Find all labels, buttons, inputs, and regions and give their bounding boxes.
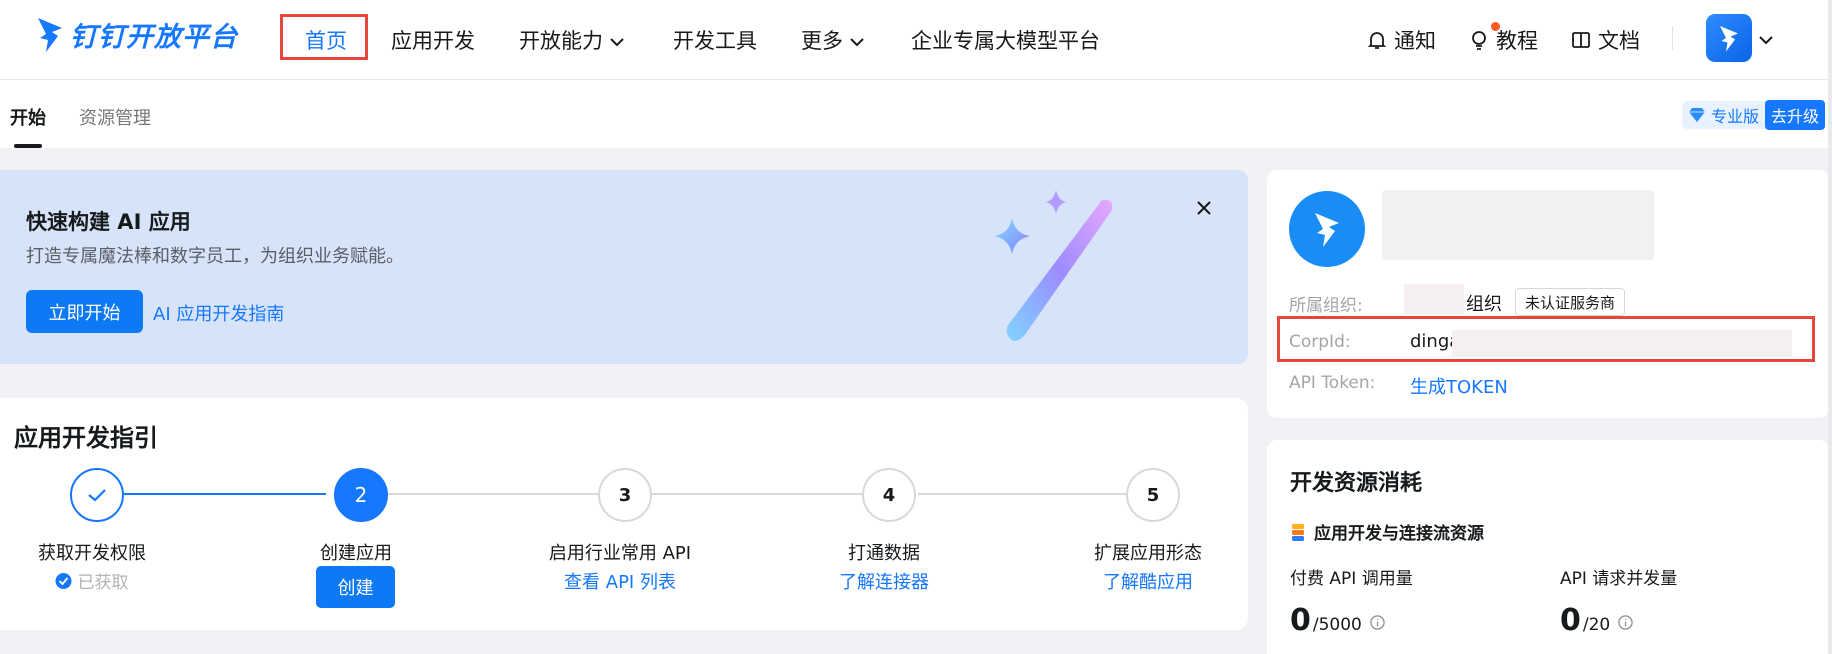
step-3-circle: 3 xyxy=(598,468,652,522)
nav-more-label: 更多 xyxy=(801,29,843,53)
create-app-button[interactable]: 创建 xyxy=(316,566,395,608)
api-token-label: API Token: xyxy=(1289,373,1376,393)
banner-title: 快速构建 AI 应用 xyxy=(26,210,191,234)
api-concurrency-limit: /20 xyxy=(1582,615,1611,635)
lightbulb-icon xyxy=(1472,31,1486,50)
dingtalk-logo-icon xyxy=(38,18,62,52)
info-icon[interactable] xyxy=(1618,615,1633,630)
diamond-icon xyxy=(1689,108,1705,122)
step-connector xyxy=(918,493,1128,495)
resources-subtitle: 应用开发与连接流资源 xyxy=(1290,519,1484,544)
nav-home-highlight-box xyxy=(280,14,368,60)
nav-app-development[interactable]: 应用开发 xyxy=(391,0,475,80)
paid-api-calls-count: 0 xyxy=(1290,603,1311,638)
org-name-redacted xyxy=(1382,190,1654,260)
page-scrollbar[interactable] xyxy=(1828,0,1832,654)
paid-api-calls-limit: /5000 xyxy=(1312,615,1362,635)
sub-tab-bar: 开始 资源管理 xyxy=(0,80,1832,148)
brand-logo[interactable]: 钉钉开放平台 xyxy=(36,14,238,54)
org-suffix: 组织 xyxy=(1466,294,1502,315)
book-icon xyxy=(1572,32,1590,48)
resources-title: 开发资源消耗 xyxy=(1290,471,1423,496)
check-icon xyxy=(88,489,106,502)
chevron-down-icon xyxy=(610,37,624,46)
nav-open-capabilities[interactable]: 开放能力 xyxy=(519,0,625,80)
corpid-highlight-box xyxy=(1277,316,1815,362)
app-dev-guide-card: 应用开发指引 2 3 4 5 获取开发权限 创建应用 启用行业常用 API 打通… xyxy=(0,398,1248,630)
magic-wand-icon xyxy=(994,190,1113,341)
active-tab-indicator xyxy=(14,144,42,148)
api-concurrency-value: 0 /20 xyxy=(1560,603,1633,638)
notifications-label: 通知 xyxy=(1394,29,1436,53)
nav-open-capabilities-label: 开放能力 xyxy=(519,29,603,53)
ai-dev-guide-link[interactable]: AI 应用开发指南 xyxy=(153,300,284,326)
step-2-label: 创建应用 xyxy=(320,543,392,564)
paid-api-calls-label: 付费 API 调用量 xyxy=(1290,569,1413,589)
tutorial-link[interactable]: 教程 xyxy=(1468,0,1538,80)
resources-subtitle-text: 应用开发与连接流资源 xyxy=(1314,524,1484,544)
start-now-button[interactable]: 立即开始 xyxy=(26,290,143,333)
user-avatar[interactable] xyxy=(1706,14,1752,62)
step-3-label: 启用行业常用 API xyxy=(548,543,692,564)
api-concurrency-label: API 请求并发量 xyxy=(1560,569,1678,589)
learn-connectors-link[interactable]: 了解连接器 xyxy=(839,568,929,594)
nav-dev-tools[interactable]: 开发工具 xyxy=(673,0,757,80)
edition-badge[interactable]: 专业版 去升级 xyxy=(1682,100,1826,130)
tab-start[interactable]: 开始 xyxy=(10,104,46,130)
tab-resource-management[interactable]: 资源管理 xyxy=(79,104,151,130)
check-circle-icon xyxy=(55,572,72,589)
paid-api-calls-value: 0 /5000 xyxy=(1290,603,1385,638)
stack-icon xyxy=(1292,523,1304,541)
chevron-down-icon xyxy=(850,37,864,46)
top-navigation: 钉钉开放平台 首页 应用开发 开放能力 开发工具 更多 企业专属大模型平台 通知… xyxy=(0,0,1832,80)
info-icon[interactable] xyxy=(1370,615,1385,630)
step-2-circle: 2 xyxy=(334,468,388,522)
step-connector xyxy=(652,493,864,495)
banner-subtitle: 打造专属魔法棒和数字员工，为组织业务赋能。 xyxy=(26,246,404,267)
uncertified-provider-tag: 未认证服务商 xyxy=(1515,288,1626,316)
chevron-down-icon[interactable] xyxy=(1758,32,1774,48)
edition-label: 专业版 xyxy=(1711,107,1760,126)
learn-cool-apps-link[interactable]: 了解酷应用 xyxy=(1103,568,1193,594)
step-4-circle: 4 xyxy=(862,468,916,522)
guide-title: 应用开发指引 xyxy=(14,424,158,452)
nav-more[interactable]: 更多 xyxy=(801,0,865,80)
step-5-circle: 5 xyxy=(1126,468,1180,522)
step-connector xyxy=(388,493,598,495)
api-concurrency-count: 0 xyxy=(1560,603,1581,638)
notifications-link[interactable]: 通知 xyxy=(1366,0,1436,80)
step-1-label: 获取开发权限 xyxy=(38,543,146,564)
tutorial-label: 教程 xyxy=(1496,29,1538,53)
tutorial-new-dot xyxy=(1491,22,1500,31)
bell-icon xyxy=(1367,32,1387,49)
step-1-status: 已获取 xyxy=(55,568,129,593)
docs-link[interactable]: 文档 xyxy=(1570,0,1640,80)
step-5-label: 扩展应用形态 xyxy=(1094,543,1202,564)
brand-name: 钉钉开放平台 xyxy=(70,21,238,53)
upgrade-button[interactable]: 去升级 xyxy=(1765,100,1826,130)
step-4-label: 打通数据 xyxy=(848,543,920,564)
nav-divider xyxy=(1672,26,1673,50)
dingtalk-avatar-icon xyxy=(1720,26,1738,52)
close-icon[interactable] xyxy=(1192,196,1216,220)
org-avatar xyxy=(1289,191,1365,267)
view-api-list-link[interactable]: 查看 API 列表 xyxy=(564,568,676,594)
dingtalk-logo-icon xyxy=(1315,213,1339,247)
org-label: 所属组织: xyxy=(1289,296,1363,316)
docs-label: 文档 xyxy=(1598,29,1640,53)
nav-enterprise-llm[interactable]: 企业专属大模型平台 xyxy=(911,0,1100,80)
generate-token-link[interactable]: 生成TOKEN xyxy=(1410,373,1508,399)
step-1-status-text: 已获取 xyxy=(77,573,129,593)
step-1-circle xyxy=(70,468,124,522)
step-connector-done xyxy=(124,493,326,495)
org-name-mask xyxy=(1404,284,1464,314)
